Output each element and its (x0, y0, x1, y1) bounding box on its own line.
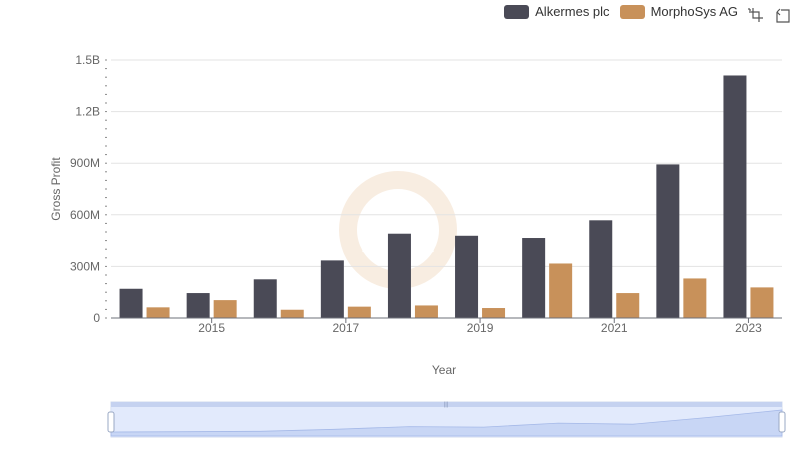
grid-lines (111, 59, 782, 319)
y-tick-label: 900M (70, 156, 100, 170)
bar-alkermes-plc-2022[interactable] (656, 164, 680, 318)
x-tick-label: 2021 (601, 321, 628, 335)
x-tick-label: 2015 (198, 321, 225, 335)
slider-handle-right[interactable] (778, 411, 786, 433)
bar-morphosys-ag-2017[interactable] (347, 306, 371, 318)
y-axis-title: Gross Profit (49, 157, 63, 221)
bar-morphosys-ag-2014[interactable] (146, 307, 170, 318)
y-tick-label: 1.2B (75, 105, 100, 119)
bar-alkermes-plc-2021[interactable] (589, 220, 613, 318)
bar-morphosys-ag-2015[interactable] (213, 300, 237, 318)
bar-alkermes-plc-2023[interactable] (723, 75, 747, 318)
x-axis-title: Year (432, 363, 456, 377)
y-tick-label: 1.5B (75, 53, 100, 67)
y-tick-label: 600M (70, 208, 100, 222)
bar-alkermes-plc-2018[interactable] (387, 233, 411, 318)
bar-alkermes-plc-2019[interactable] (455, 235, 479, 318)
y-tick-label: 0 (93, 311, 100, 325)
x-tick-label: 2023 (735, 321, 762, 335)
bar-morphosys-ag-2019[interactable] (482, 308, 506, 318)
bar-alkermes-plc-2014[interactable] (119, 288, 143, 318)
bar-alkermes-plc-2016[interactable] (253, 279, 277, 318)
bar-morphosys-ag-2020[interactable] (549, 263, 573, 318)
bar-morphosys-ag-2018[interactable] (414, 305, 438, 318)
bar-alkermes-plc-2015[interactable] (186, 293, 210, 318)
x-axis: 2015 2017 2019 2021 2023 (111, 317, 782, 335)
bar-morphosys-ag-2023[interactable] (750, 287, 774, 318)
y-tick-label: 300M (70, 259, 100, 273)
bar-alkermes-plc-2017[interactable] (320, 260, 344, 318)
bar-morphosys-ag-2022[interactable] (683, 278, 707, 318)
y-axis: 0 300M 600M 900M 1.2B 1.5B (70, 53, 107, 325)
slider-grip-icon[interactable]: ||| (444, 402, 449, 408)
bar-chart: 0300M600M900M1.2B1.5B 2015 2017 2019 2021 20… (49, 53, 786, 438)
x-tick-label: 2019 (467, 321, 494, 335)
bar-alkermes-plc-2020[interactable] (522, 238, 546, 318)
slider-handle-left[interactable] (107, 411, 115, 433)
x-tick-label: 2017 (332, 321, 359, 335)
bar-morphosys-ag-2021[interactable] (616, 293, 640, 318)
data-zoom-slider[interactable]: ||| (107, 401, 786, 438)
bar-morphosys-ag-2016[interactable] (280, 309, 304, 318)
